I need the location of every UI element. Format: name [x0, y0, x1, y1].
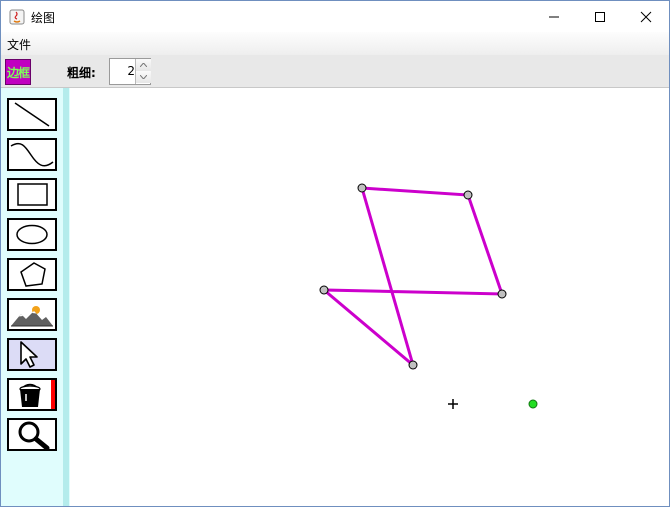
app-window: 绘图 文件 边框 粗细: 2 [0, 0, 670, 507]
line-tool-icon [14, 102, 50, 127]
vertex-handle[interactable] [408, 360, 418, 370]
thickness-label: 粗细: [67, 66, 96, 80]
curve-tool-icon [10, 142, 54, 167]
line-tool-button[interactable] [7, 98, 57, 131]
java-app-icon [9, 9, 25, 25]
select-tool-button[interactable] [7, 338, 57, 371]
canvas-drawing [319, 183, 538, 409]
spinner-buttons [135, 59, 151, 84]
vertex-handle[interactable] [497, 289, 507, 299]
polygon-tool-button[interactable] [7, 258, 57, 291]
menu-bar: 文件 [1, 32, 669, 55]
spinner-down-button[interactable] [136, 71, 151, 83]
close-button[interactable] [623, 1, 669, 32]
title-bar[interactable]: 绘图 [1, 1, 669, 32]
thickness-value[interactable]: 2 [110, 64, 135, 78]
minimize-icon [549, 16, 559, 17]
fill-tool-button[interactable] [7, 378, 57, 411]
drawing-canvas[interactable] [70, 88, 669, 506]
green-point-marker[interactable] [528, 399, 538, 409]
zoom-tool-button[interactable] [7, 418, 57, 451]
tool-options-bar: 边框 粗细: 2 [1, 55, 669, 88]
chevron-down-icon [140, 75, 147, 79]
mountain-image-icon [11, 306, 53, 327]
paint-bucket-icon [19, 380, 55, 409]
ellipse-tool-icon [16, 224, 48, 245]
border-toggle-button[interactable]: 边框 [5, 59, 31, 85]
maximize-button[interactable] [577, 1, 623, 32]
image-tool-button[interactable] [7, 298, 57, 331]
menu-file[interactable]: 文件 [7, 36, 31, 53]
chevron-up-icon [140, 63, 147, 67]
close-icon [640, 11, 652, 22]
ellipse-tool-button[interactable] [7, 218, 57, 251]
thickness-spinner[interactable]: 2 [109, 58, 151, 85]
vertex-handle[interactable] [319, 285, 329, 295]
minimize-button[interactable] [531, 1, 577, 32]
pentagram-shape[interactable] [319, 186, 505, 370]
rectangle-tool-button[interactable] [7, 178, 57, 211]
curve-tool-button[interactable] [7, 138, 57, 171]
magnifier-icon [18, 421, 50, 449]
polygon-tool-icon [20, 262, 46, 287]
vertex-handle[interactable] [357, 183, 367, 193]
pointer-arrow-icon [20, 341, 38, 368]
window-title: 绘图 [31, 11, 56, 25]
crosshair-cursor-icon [448, 399, 458, 409]
maximize-icon [595, 11, 605, 22]
rectangle-tool-icon [17, 183, 48, 206]
border-button-label: 边框 [6, 65, 30, 80]
tool-palette-divider [63, 88, 69, 506]
vertex-handle[interactable] [463, 190, 473, 200]
